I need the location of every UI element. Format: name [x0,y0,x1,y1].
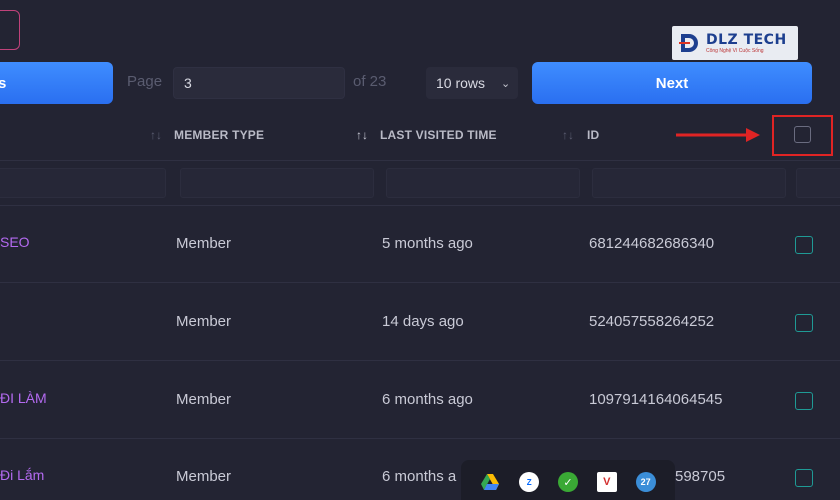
previous-button[interactable]: s [0,62,113,104]
column-header-member-type[interactable]: MEMBER TYPE [174,128,264,142]
row-checkbox[interactable] [795,314,813,332]
row-member-type: Member [176,391,232,408]
weather-icon[interactable]: 27 [635,472,656,492]
top-outlined-button[interactable] [0,10,20,50]
filter-input-last-visited[interactable] [386,168,580,198]
page-label: Page [127,73,163,90]
page-number-input[interactable] [173,67,345,99]
rows-per-page-select[interactable]: 10 rows ⌄ [426,67,518,99]
page-count-label: of 23 [353,73,387,90]
row-checkbox[interactable] [795,469,813,487]
pdf-viewer-icon[interactable]: V [596,472,617,492]
row-checkbox[interactable] [795,392,813,410]
sort-icon[interactable]: ↑↓ [356,128,368,142]
row-id: 681244682686340 [589,235,715,252]
sort-icon[interactable]: ↑↓ [150,128,162,142]
dlz-logo-icon [679,34,698,52]
row-divider [0,360,840,361]
row-name-link[interactable]: Đi Lắm [0,467,44,483]
header-divider [0,160,840,161]
row-last-visited: 5 months ago [382,235,473,252]
column-header-id[interactable]: ID [587,128,599,142]
filter-input-member-type[interactable] [180,168,374,198]
row-id: 1097914164064545 [589,391,723,408]
filter-divider [0,205,840,206]
filter-input-name[interactable] [0,168,166,198]
select-all-checkbox[interactable] [794,126,811,143]
row-last-visited: 14 days ago [382,313,464,330]
sort-icon[interactable]: ↑↓ [562,128,574,142]
taskbar: Z ✓ V 27 [461,460,675,500]
row-id: 598705 [675,468,726,485]
column-header-last-visited[interactable]: LAST VISITED TIME [380,128,497,142]
row-checkbox[interactable] [795,236,813,254]
brand-logo: DLZ TECH Công Nghệ Vì Cuộc Sống [672,26,798,60]
zalo-icon[interactable]: Z [519,472,540,492]
row-last-visited: 6 months ago [382,391,473,408]
row-name-link[interactable]: ĐI LÀM [0,390,47,406]
next-button[interactable]: Next [532,62,812,104]
shield-check-icon[interactable]: ✓ [557,472,578,492]
red-arrow-icon [676,128,760,142]
filter-input-select[interactable] [796,168,840,198]
filter-input-id[interactable] [592,168,786,198]
row-member-type: Member [176,468,232,485]
row-member-type: Member [176,235,232,252]
row-member-type: Member [176,313,232,330]
row-name-link[interactable]: SEO [0,234,30,250]
google-drive-icon[interactable] [480,472,500,492]
row-id: 524057558264252 [589,313,715,330]
row-divider [0,282,840,283]
row-last-visited: 6 months a [382,468,457,485]
chevron-down-icon: ⌄ [501,77,511,90]
row-divider [0,438,840,439]
